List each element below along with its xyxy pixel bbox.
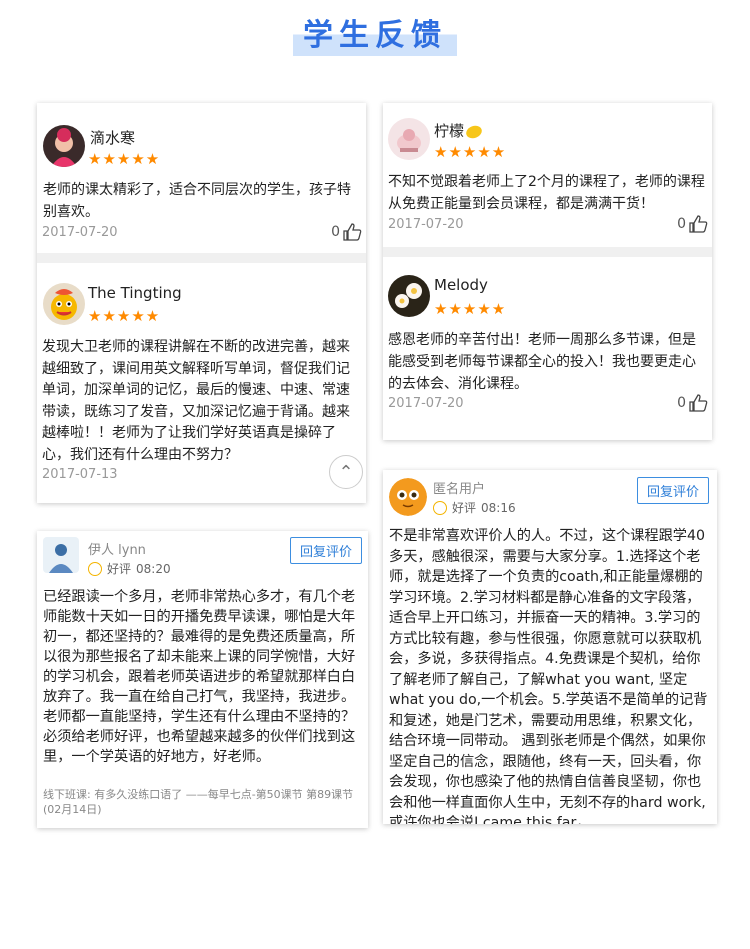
review-meta: 好评 08:20	[88, 560, 171, 577]
review-text: 老师的课太精彩了，适合不同层次的学生，孩子特别喜欢。	[43, 182, 351, 220]
like-button[interactable]: 0	[677, 394, 708, 412]
review-meta: 好评 08:16	[433, 499, 516, 516]
review-text: 感恩老师的辛苦付出！老师一周那么多节课，但是能感受到老师每节课都全心的投入！我也…	[388, 332, 696, 392]
page-title: 学生反馈	[0, 8, 750, 56]
page-title-text: 学生反馈	[293, 8, 457, 56]
avatar-image	[388, 118, 430, 160]
review-card: 匿名用户 好评 08:16 回复评价 不是非常喜欢评价人的人。不过，这个课程跟学…	[383, 470, 717, 824]
divider	[37, 253, 366, 263]
review-time: 08:20	[136, 561, 171, 576]
review-date: 2017-07-20	[42, 225, 118, 240]
review-time: 08:16	[481, 500, 516, 515]
reply-button[interactable]: 回复评价	[637, 477, 710, 504]
like-button[interactable]: 0	[677, 215, 708, 233]
avatar-image	[43, 125, 85, 167]
avatar	[388, 118, 430, 160]
divider	[383, 247, 712, 257]
avatar	[389, 478, 427, 516]
review-card-group-left: 滴水寒 ★★★★★ 老师的课太精彩了，适合不同层次的学生，孩子特别喜欢。 201…	[37, 103, 366, 503]
smile-icon	[88, 561, 102, 576]
review-card-group-right: 柠檬 ★★★★★ 不知不觉跟着老师上了2个月的课程了，老师的课程从免费正能量到会…	[383, 103, 712, 440]
username: Melody	[434, 276, 488, 294]
like-count: 0	[331, 224, 340, 240]
avatar-image	[43, 283, 85, 325]
scroll-top-button[interactable]: ⌃	[329, 455, 363, 489]
star-rating: ★★★★★	[434, 300, 507, 318]
avatar-image	[389, 478, 427, 516]
avatar	[43, 283, 85, 325]
username: The Tingting	[88, 284, 182, 302]
username: 伊人 lynn	[88, 543, 146, 558]
rating-label: 好评	[452, 501, 477, 515]
review-text: 已经跟读一个多月，老师非常热心多才，有几个老师能数十天如一日的开播免费早读课，哪…	[43, 589, 356, 765]
review-date: 2017-07-13	[42, 467, 118, 482]
username-text: 柠檬	[434, 122, 465, 140]
review-card: 伊人 lynn 好评 08:20 回复评价 已经跟读一个多月，老师非常热心多才，…	[37, 531, 368, 828]
smile-icon	[433, 500, 447, 515]
like-count: 0	[677, 216, 686, 232]
avatar	[43, 537, 79, 573]
username: 匿名用户	[433, 482, 486, 497]
username: 柠檬	[434, 120, 484, 141]
lemon-icon	[464, 123, 484, 140]
thumbs-up-icon	[689, 394, 708, 412]
username: 滴水寒	[90, 129, 136, 147]
review-text: 发现大卫老师的课程讲解在不断的改进完善，越来越细致了，课间用英文解释听写单词，督…	[42, 339, 350, 463]
thumbs-up-icon	[689, 215, 708, 233]
review-text: 不是非常喜欢评价人的人。不过，这个课程跟学40多天，感触很深，需要与大家分享。1…	[389, 528, 708, 824]
avatar-image	[43, 537, 79, 573]
course-footnote: 线下班课: 有多久没练口语了 ——每早七点-第50课节 第89课节(02月14日…	[43, 788, 354, 816]
avatar	[43, 125, 85, 167]
star-rating: ★★★★★	[88, 150, 161, 168]
avatar-image	[388, 275, 430, 317]
thumbs-up-icon	[343, 223, 362, 241]
review-date: 2017-07-20	[388, 396, 464, 411]
star-rating: ★★★★★	[88, 307, 161, 325]
avatar	[388, 275, 430, 317]
rating-label: 好评	[107, 562, 132, 576]
chevron-up-icon: ⌃	[338, 461, 354, 483]
star-rating: ★★★★★	[434, 143, 507, 161]
review-date: 2017-07-20	[388, 217, 464, 232]
like-button[interactable]: 0	[331, 223, 362, 241]
reply-button[interactable]: 回复评价	[290, 537, 363, 564]
review-text: 不知不觉跟着老师上了2个月的课程了，老师的课程从免费正能量到会员课程，都是满满干…	[388, 174, 705, 212]
like-count: 0	[677, 395, 686, 411]
